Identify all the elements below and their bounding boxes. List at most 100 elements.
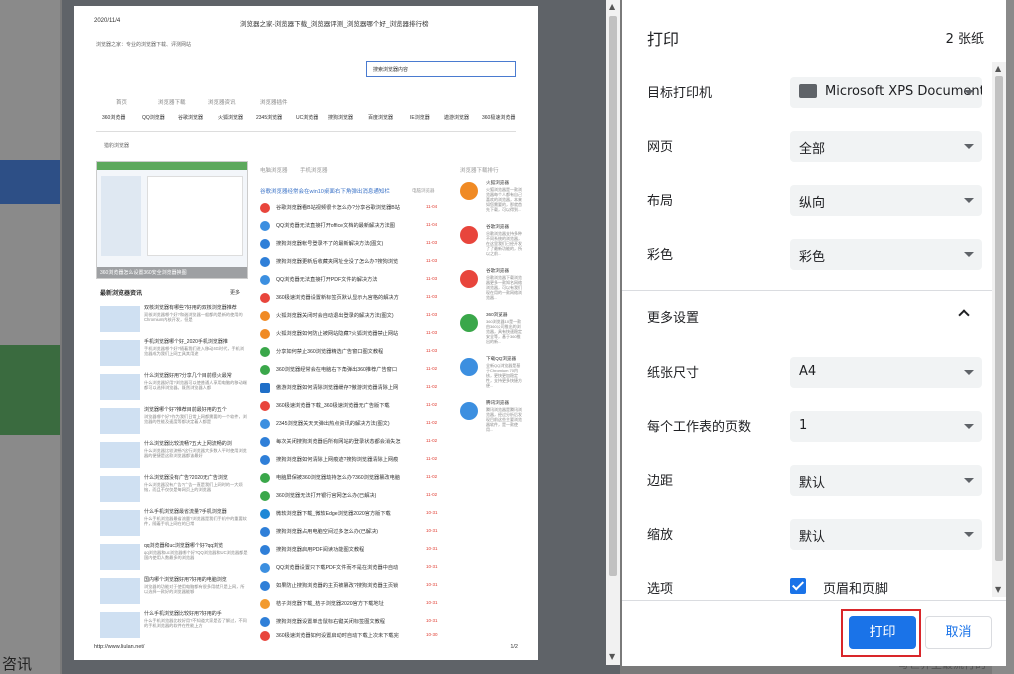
- preview-col-head: 浏览器下载排行: [460, 168, 499, 174]
- preview-ranking-item: 下载QQ浏览器 全新QQ浏览器是基于Chromium 70内核，更快更加稳定性，支…: [460, 356, 522, 400]
- edge-icon: [260, 509, 270, 519]
- 360-browser-icon: [260, 347, 270, 357]
- preview-subnav-item: 360浏览器: [102, 115, 126, 121]
- preview-page-title: 浏览器之家-浏览器下载_浏览器评测_浏览器哪个好_浏览器排行榜: [240, 21, 429, 28]
- preview-news-row: 火狐浏览器关闭时会自动退出登录的解决方法(图文) 11-03: [260, 310, 446, 322]
- preview-news-row: 谷歌浏览器看B站视频很卡怎么办?分享谷歌浏览器B站 11-04: [260, 202, 446, 214]
- article-thumbnail: [100, 340, 140, 366]
- preview-scrollbar[interactable]: ▲ ▼: [606, 0, 620, 665]
- printer-icon: [799, 83, 817, 98]
- article-thumbnail: [100, 510, 140, 536]
- chevron-down-icon: [964, 144, 974, 149]
- chevron-down-icon: [964, 90, 974, 95]
- preview-news-row: 每次关闭搜狗浏览器后所有网站的登录状态都会消失怎 11-02: [260, 436, 446, 448]
- preview-news-row: 搜狗浏览器设置单击鼠标右键关闭标签图文教程 10-31: [260, 616, 446, 628]
- scale-select[interactable]: 默认: [790, 519, 982, 550]
- paper-select[interactable]: A4: [790, 357, 982, 388]
- sogou-icon: [260, 617, 270, 627]
- 2345-browser-icon: [260, 419, 270, 429]
- background-bottom-left-text: 咨讯: [2, 655, 33, 673]
- preview-news-row: QQ浏览器无法直接打开PDF文件的解决方法 11-03: [260, 274, 446, 286]
- settings-scroll-thumb[interactable]: [995, 76, 1003, 561]
- headers-footers-label[interactable]: 页眉和页脚: [823, 578, 888, 597]
- chevron-down-icon: [964, 424, 974, 429]
- preview-news-row: QQ浏览器无法直接打开office文档的最新解决方法图 11-04: [260, 220, 446, 232]
- background-blue-bar: [0, 160, 60, 204]
- 360-browser-icon: [260, 473, 270, 483]
- color-select[interactable]: 彩色: [790, 239, 982, 270]
- layout-select[interactable]: 纵向: [790, 185, 982, 216]
- preview-news-row: 2345浏览器关天天弹出热点资讯的解决方法(图文) 11-02: [260, 418, 446, 430]
- headers-footers-checkbox[interactable]: [790, 578, 806, 594]
- article-thumbnail: [100, 408, 140, 434]
- pages-row: 网页 全部: [622, 116, 992, 170]
- article-thumbnail: [100, 612, 140, 638]
- sogou-icon: [260, 239, 270, 249]
- preview-date: 2020/11/4: [94, 18, 121, 24]
- scroll-up-arrow-icon[interactable]: ▲: [995, 64, 1001, 73]
- printer-select[interactable]: Microsoft XPS Document Writer: [790, 77, 982, 108]
- print-button[interactable]: 打印: [849, 616, 916, 649]
- article-thumbnail: [100, 442, 140, 468]
- preview-article-item: 什么浏览器没有广告?2020无广告浏览 什么浏览器没有广告?广告一直是我们上网时的…: [100, 474, 248, 504]
- qq-browser-icon: [460, 358, 478, 376]
- layout-row: 布局 纵向: [622, 170, 992, 224]
- preview-scroll-thumb[interactable]: [609, 16, 617, 576]
- color-row: 彩色 彩色: [622, 224, 992, 278]
- preview-ranking-item: 谷歌浏览器 谷歌浏览器下载浏览器更多一款知名网络浏览器，可以有我们现在用的一款网络…: [460, 268, 522, 312]
- pages-per-sheet-select[interactable]: 1: [790, 411, 982, 442]
- background-left-strip: [0, 0, 60, 674]
- color-label: 彩色: [647, 248, 674, 263]
- sogou-icon: [260, 527, 270, 537]
- scroll-down-arrow-icon[interactable]: ▼: [609, 652, 615, 661]
- preview-news-row: 搜狗浏览器帐号登录不了的最新解决方法(图文) 11-03: [260, 238, 446, 250]
- preview-subnav-item: 猎豹浏览器: [104, 143, 130, 149]
- pages-per-sheet-row: 每个工作表的页数 1: [622, 396, 992, 450]
- margin-label: 边距: [647, 474, 674, 489]
- preview-article-item: 什么浏览器好用?分享几个目前很火最常 什么浏览器好用?浏览器可以使普通人享用电脑的…: [100, 372, 248, 402]
- preview-subnav-item: 搜狗浏览器: [328, 115, 354, 121]
- firefox-icon: [460, 182, 478, 200]
- preview-news-row: 搜狗浏览器如何清除上网痕迹?搜狗浏览器清除上网痕 11-02: [260, 454, 446, 466]
- preview-ranking-item: 火狐浏览器 火狐浏览器是一款浏览器每个人都有自己喜欢的浏览器，本来如您需要的，那就…: [460, 180, 522, 224]
- sogou-icon: [260, 455, 270, 465]
- preview-headline-tag: 电脑浏览器: [412, 188, 435, 193]
- preview-latest-more: 更多: [230, 290, 241, 296]
- preview-subnav-item: 遨游浏览器: [444, 115, 470, 121]
- pages-label: 网页: [647, 140, 674, 155]
- scroll-up-arrow-icon[interactable]: ▲: [609, 2, 615, 11]
- sheet-count: 2 张纸: [945, 32, 984, 47]
- preview-news-row: 360浏览器经常会在电脑右下角弹出360推荐广告窗口 11-02: [260, 364, 446, 376]
- preview-news-row: 搜狗浏览器启用PDF阅读功能图文教程 10-31: [260, 544, 446, 556]
- qq-browser-icon: [260, 221, 270, 231]
- article-thumbnail: [100, 374, 140, 400]
- preview-col-head: 手机浏览器: [300, 168, 328, 174]
- pages-select[interactable]: 全部: [790, 131, 982, 162]
- cancel-button[interactable]: 取消: [925, 616, 992, 649]
- pages-per-sheet-label: 每个工作表的页数: [647, 420, 752, 435]
- options-row: 选项 页眉和页脚: [622, 558, 992, 597]
- qq-browser-icon: [260, 275, 270, 285]
- scale-label: 缩放: [647, 528, 674, 543]
- preview-news-row: 搜狗浏览器占用电脑空间过多怎么办(已解决) 10-31: [260, 526, 446, 538]
- 360-browser-icon: [260, 365, 270, 375]
- settings-list: 目标打印机 Microsoft XPS Document Writer 网页 全…: [622, 62, 992, 597]
- more-settings-toggle[interactable]: 更多设置: [622, 291, 992, 341]
- settings-scrollbar[interactable]: ▲ ▼: [992, 62, 1006, 597]
- preview-col-head: 电脑浏览器: [260, 168, 288, 174]
- preview-nav-item: 首页: [116, 100, 128, 106]
- preview-news-row: 360极速浏览器下载_360极速浏览器无广告版下载 11-02: [260, 400, 446, 412]
- preview-ranking-item: 腾讯浏览器 腾讯浏览器是腾讯浏览器，经过分析后发现目前这些主要浏览器软件，是一款使…: [460, 400, 522, 444]
- preview-news-row: 搜狗浏览器更新后收藏夹网址全没了怎么办?搜狗浏览 11-03: [260, 256, 446, 268]
- scroll-down-arrow-icon[interactable]: ▼: [995, 585, 1001, 594]
- preview-subtitle: 浏览器之家：专业的浏览器下载、评测网站: [96, 42, 192, 48]
- screenshot-content: [147, 176, 243, 256]
- preview-nav-item: 浏览器下载: [158, 100, 186, 106]
- sogou-icon: [260, 257, 270, 267]
- margin-select[interactable]: 默认: [790, 465, 982, 496]
- preview-ranking-item: 360浏览器 360浏览器10是一款由360公司推出的浏览器，具有快速稳定安全等，…: [460, 312, 522, 356]
- article-thumbnail: [100, 476, 140, 502]
- preview-article-item: 国内哪个浏览器好用?好用的电脑浏览 浏览器的功能对于使用电脑都有很多用就只是上网，…: [100, 576, 248, 606]
- orange-browser-icon: [260, 599, 270, 609]
- chevron-down-icon: [964, 252, 974, 257]
